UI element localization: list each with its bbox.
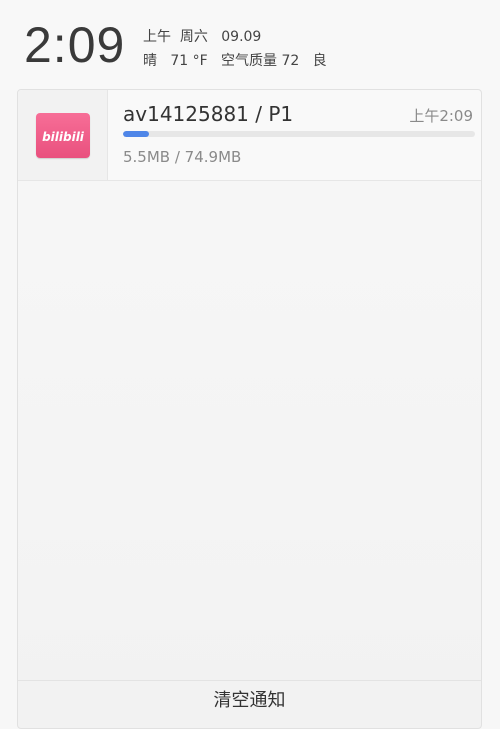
clock: 2:09 [24,17,126,73]
date-line: 上午 周六 09.09 [143,29,262,45]
download-progress-fill [123,131,149,137]
notification-panel: bilibili av14125881 / P1 上午2:09 5.5MB / … [17,89,482,729]
notification-time: 上午2:09 [409,107,473,125]
download-progress-bar [123,131,475,137]
download-notification[interactable]: bilibili av14125881 / P1 上午2:09 5.5MB / … [18,90,481,181]
notification-icon-column: bilibili [18,90,108,180]
bilibili-logo: bilibili [42,130,85,144]
bilibili-icon: bilibili [36,113,90,158]
status-header: 2:09 上午 周六 09.09 晴 71 °F 空气质量 72 良 [0,0,500,90]
weather-line: 晴 71 °F 空气质量 72 良 [143,53,327,69]
notification-title: av14125881 / P1 [123,102,294,126]
svg-text:bilibili: bilibili [42,130,85,144]
download-size: 5.5MB / 74.9MB [123,148,242,166]
clear-notifications-button[interactable]: 清空通知 [18,681,481,721]
